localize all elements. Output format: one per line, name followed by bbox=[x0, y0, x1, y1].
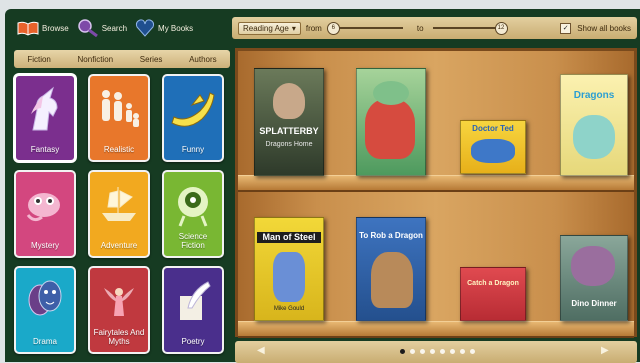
shelf-plank-top bbox=[238, 175, 634, 192]
book-title: SPLATTERBY bbox=[259, 126, 319, 136]
genre-tile-funny[interactable]: Funny bbox=[162, 74, 224, 162]
book-cover[interactable]: Catch a Dragon bbox=[460, 267, 526, 321]
search-button[interactable]: Search bbox=[77, 19, 127, 37]
page-dot[interactable] bbox=[430, 349, 435, 354]
book-cover[interactable] bbox=[356, 68, 426, 176]
book-title: Dino Dinner bbox=[571, 299, 617, 308]
quill-icon bbox=[164, 276, 222, 326]
browse-label: Browse bbox=[42, 23, 69, 33]
banana-icon bbox=[164, 84, 222, 134]
car-illustration bbox=[471, 139, 515, 163]
age-from-slider[interactable]: 6 bbox=[326, 22, 407, 35]
my-books-label: My Books bbox=[158, 23, 194, 33]
genre-grid: Fantasy Realistic Funny Mystery Adventur… bbox=[14, 74, 230, 354]
book-cover[interactable]: SPLATTERBY Dragons Home bbox=[254, 68, 324, 176]
age-to-slider[interactable]: 12 bbox=[429, 22, 509, 35]
slider-track bbox=[432, 27, 505, 29]
book-cover[interactable]: Doctor Ted bbox=[460, 120, 526, 174]
show-all-checkbox[interactable]: ✓ bbox=[560, 22, 572, 34]
shelf-pager: ◀ ▶ bbox=[235, 341, 637, 363]
show-all-label: Show all books bbox=[577, 23, 631, 33]
masks-icon bbox=[16, 276, 74, 326]
book-subtitle: Dragons Home bbox=[265, 141, 313, 148]
genre-label: Funny bbox=[181, 145, 205, 154]
book-author: Mike Gould bbox=[273, 306, 305, 312]
reading-age-value: Reading Age bbox=[243, 23, 289, 33]
bookshelf: SPLATTERBY Dragons Home Doctor Ted Drago… bbox=[235, 48, 637, 338]
to-knob[interactable]: 12 bbox=[494, 22, 508, 35]
genre-label: Fairytales And Myths bbox=[93, 328, 145, 346]
app-window: Browse Search My Books Reading Age ▾ fro… bbox=[5, 9, 640, 363]
page-dot[interactable] bbox=[400, 349, 405, 354]
slider-track bbox=[330, 27, 403, 29]
tab-authors[interactable]: Authors bbox=[189, 55, 217, 64]
mystery-creature-icon bbox=[16, 180, 74, 230]
genre-tile-poetry[interactable]: Poetry bbox=[162, 266, 224, 354]
dragon-head-illustration bbox=[373, 81, 409, 105]
filter-bar: Reading Age ▾ from 6 to 12 ✓ Show all bo… bbox=[232, 17, 637, 39]
genre-tile-science-fiction[interactable]: Science Fiction bbox=[162, 170, 224, 258]
browse-button[interactable]: Browse bbox=[17, 20, 69, 36]
shelf-plank-bottom bbox=[238, 321, 634, 338]
to-label: to bbox=[416, 23, 424, 33]
prev-page-button[interactable]: ◀ bbox=[257, 345, 265, 356]
dragon-illustration bbox=[573, 115, 615, 159]
genre-label: Science Fiction bbox=[178, 232, 208, 250]
page-dot[interactable] bbox=[410, 349, 415, 354]
heart-icon bbox=[135, 19, 155, 37]
from-knob[interactable]: 6 bbox=[326, 22, 340, 35]
genre-tile-drama[interactable]: Drama bbox=[14, 266, 76, 354]
dinosaur-illustration bbox=[571, 246, 615, 286]
page-dot[interactable] bbox=[420, 349, 425, 354]
genre-tile-mystery[interactable]: Mystery bbox=[14, 170, 76, 258]
book-title: Man of Steel bbox=[257, 232, 321, 244]
top-nav: Browse Search My Books bbox=[17, 15, 229, 41]
dragon-illustration bbox=[365, 99, 415, 159]
page-dot[interactable] bbox=[460, 349, 465, 354]
page-dot[interactable] bbox=[450, 349, 455, 354]
genre-tile-adventure[interactable]: Adventure bbox=[88, 170, 150, 258]
unicorn-icon bbox=[16, 84, 74, 134]
search-label: Search bbox=[101, 23, 128, 33]
book-title: Doctor Ted bbox=[472, 124, 514, 133]
ship-icon bbox=[90, 180, 148, 230]
genre-tile-fairytales[interactable]: Fairytales And Myths bbox=[88, 266, 150, 354]
book-icon bbox=[17, 21, 39, 36]
tab-nonfiction[interactable]: Nonfiction bbox=[78, 55, 114, 64]
genre-label: Realistic bbox=[103, 145, 135, 154]
superhero-illustration bbox=[273, 252, 305, 302]
book-title: Catch a Dragon bbox=[467, 280, 519, 287]
character-illustration bbox=[371, 252, 413, 308]
genre-label: Mystery bbox=[31, 241, 59, 250]
boy-face-illustration bbox=[273, 83, 305, 119]
search-icon bbox=[77, 19, 98, 37]
book-cover[interactable]: To Rob a Dragon bbox=[356, 217, 426, 321]
book-cover[interactable]: Dragons bbox=[560, 74, 628, 176]
page-dot[interactable] bbox=[470, 349, 475, 354]
book-title: Dragons bbox=[573, 90, 615, 101]
reading-age-select[interactable]: Reading Age ▾ bbox=[238, 21, 301, 35]
book-cover[interactable]: Man of Steel Mike Gould bbox=[254, 217, 324, 321]
genre-label: Fantasy bbox=[30, 145, 60, 154]
from-label: from bbox=[305, 23, 322, 33]
genre-tile-realistic[interactable]: Realistic bbox=[88, 74, 150, 162]
tab-fiction[interactable]: Fiction bbox=[27, 55, 51, 64]
my-books-button[interactable]: My Books bbox=[135, 19, 193, 37]
page-dots bbox=[400, 349, 475, 354]
book-title: To Rob a Dragon bbox=[359, 231, 423, 240]
genre-label: Adventure bbox=[100, 241, 138, 250]
alien-icon bbox=[164, 180, 222, 230]
tab-series[interactable]: Series bbox=[140, 55, 163, 64]
category-tabs: Fiction Nonfiction Series Authors bbox=[14, 50, 230, 68]
book-cover[interactable]: Dino Dinner bbox=[560, 235, 628, 321]
page-dot[interactable] bbox=[440, 349, 445, 354]
family-icon bbox=[90, 84, 148, 134]
genre-tile-fantasy[interactable]: Fantasy bbox=[14, 74, 76, 162]
fairy-icon bbox=[90, 276, 148, 326]
genre-label: Poetry bbox=[181, 337, 205, 346]
next-page-button[interactable]: ▶ bbox=[601, 345, 609, 356]
genre-label: Drama bbox=[32, 337, 57, 346]
dropdown-arrow-icon: ▾ bbox=[291, 23, 296, 33]
